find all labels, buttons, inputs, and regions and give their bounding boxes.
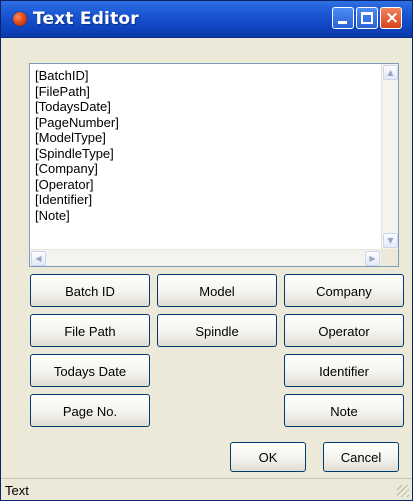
editor-text: [BatchID] [FilePath] [TodaysDate] [PageNumb… [35, 68, 375, 223]
editor-line: [FilePath] [35, 83, 90, 99]
operator-button[interactable]: Operator [284, 314, 404, 347]
ok-button[interactable]: OK [230, 442, 306, 472]
page-no-button[interactable]: Page No. [30, 394, 150, 427]
scroll-up-icon[interactable]: ▲ [383, 65, 398, 80]
identifier-button[interactable]: Identifier [284, 354, 404, 387]
scroll-left-icon[interactable]: ◀ [31, 251, 46, 266]
close-icon: × [384, 8, 400, 28]
editor-line: [Operator] [35, 176, 94, 192]
company-button[interactable]: Company [284, 274, 404, 307]
window-title: Text Editor [33, 9, 139, 29]
editor-line: [PageNumber] [35, 114, 119, 130]
minimize-icon [338, 21, 347, 24]
app-icon [13, 12, 27, 26]
text-editor-area[interactable]: [BatchID] [FilePath] [TodaysDate] [PageNumb… [29, 63, 399, 267]
status-bar: Text [1, 478, 412, 500]
file-path-button[interactable]: File Path [30, 314, 150, 347]
horizontal-scrollbar[interactable]: ◀ ▶ [30, 249, 381, 266]
status-text: Text [5, 483, 29, 498]
scroll-right-icon[interactable]: ▶ [365, 251, 380, 266]
editor-line: [Company] [35, 161, 98, 176]
scrollbar-corner [381, 249, 398, 266]
note-button[interactable]: Note [284, 394, 404, 427]
close-button[interactable]: × [380, 7, 402, 29]
resize-grip-icon[interactable] [397, 485, 409, 497]
cancel-button[interactable]: Cancel [323, 442, 399, 472]
scroll-down-icon[interactable]: ▼ [383, 233, 398, 248]
title-bar[interactable]: Text Editor × [1, 1, 412, 38]
vertical-scrollbar[interactable]: ▲ ▼ [381, 64, 398, 249]
editor-line: [BatchID] [35, 68, 89, 83]
batch-id-button[interactable]: Batch ID [30, 274, 150, 307]
editor-line: [ModelType] [35, 130, 106, 145]
editor-line: [SpindleType] [35, 145, 114, 161]
spindle-button[interactable]: Spindle [157, 314, 277, 347]
minimize-button[interactable] [332, 7, 354, 29]
text-editor-window: Text Editor × [BatchID] [FilePath] [Todays… [0, 0, 413, 501]
editor-line: [TodaysDate] [35, 99, 111, 114]
maximize-button[interactable] [356, 7, 378, 29]
maximize-icon [361, 12, 373, 24]
model-button[interactable]: Model [157, 274, 277, 307]
editor-line: [Note] [35, 207, 70, 223]
todays-date-button[interactable]: Todays Date [30, 354, 150, 387]
editor-line: [Identifier] [35, 192, 93, 207]
